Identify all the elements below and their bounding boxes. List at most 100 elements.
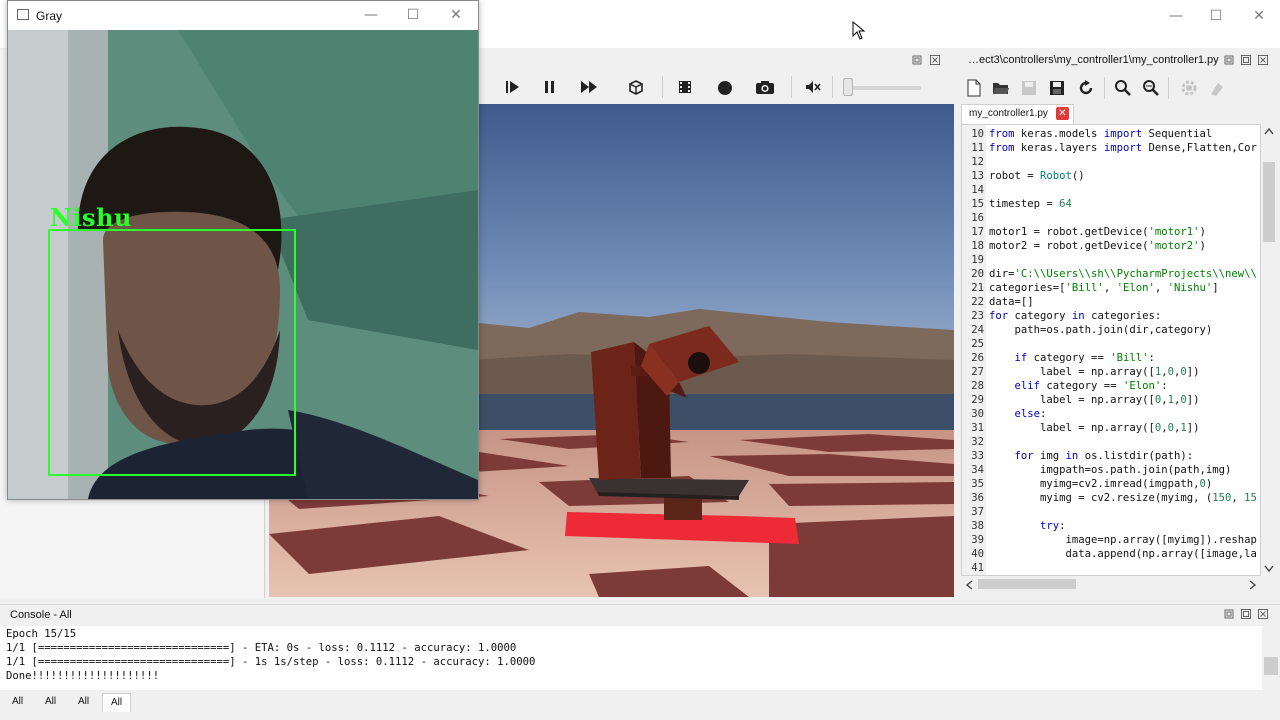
- mute-icon[interactable]: [805, 80, 821, 94]
- film-icon[interactable]: [677, 80, 693, 94]
- code-text: from keras.models import Sequential: [989, 128, 1213, 140]
- scroll-right-arrow-icon[interactable]: [1249, 580, 1257, 590]
- code-text: timestep = 64: [989, 198, 1072, 210]
- toolbar-separator: [832, 76, 833, 98]
- speed-slider[interactable]: [843, 86, 921, 90]
- console-tab-all[interactable]: All: [4, 693, 31, 711]
- line-number: 34: [971, 464, 984, 476]
- code-text: data.append(np.array([image,la: [989, 548, 1257, 560]
- save-as-icon[interactable]: [1049, 80, 1065, 96]
- line-number: 24: [971, 324, 984, 336]
- line-number: 16: [971, 212, 984, 224]
- console-line: Epoch 15/15: [6, 628, 77, 640]
- console-line: Done!!!!!!!!!!!!!!!!!!!!: [6, 670, 160, 682]
- clean-broom-icon: [1211, 83, 1223, 96]
- open-folder-icon[interactable]: [992, 80, 1010, 96]
- line-number: 40: [971, 548, 984, 560]
- line-number: 35: [971, 478, 984, 490]
- tab-label[interactable]: my_controller1.py: [969, 108, 1048, 119]
- line-number: 14: [971, 184, 984, 196]
- minimize-button[interactable]: —: [1154, 6, 1198, 26]
- line-number: 17: [971, 226, 984, 238]
- code-text: data=[]: [989, 296, 1034, 308]
- line-number: 10: [971, 128, 984, 140]
- console-line: 1/1 [==============================] - 1…: [6, 656, 536, 668]
- toolbar-separator: [791, 76, 792, 98]
- face-detection-label: Nishu: [50, 203, 132, 232]
- camera-close-button[interactable]: ✕: [434, 5, 478, 25]
- code-text: path=os.path.join(dir,category): [989, 324, 1213, 336]
- line-number: 39: [971, 534, 984, 546]
- line-number: 37: [971, 506, 984, 518]
- replace-icon[interactable]: [1142, 79, 1160, 97]
- code-text: try:: [1040, 520, 1066, 532]
- code-text: categories=['Bill', 'Elon', 'Nishu']: [989, 282, 1219, 294]
- panel-restore-icon[interactable]: [912, 55, 922, 65]
- line-number: 25: [971, 338, 984, 350]
- code-text: else:: [1014, 408, 1047, 420]
- code-text: label = np.array([0,0,1]): [989, 422, 1200, 434]
- console-output[interactable]: Epoch 15/15 1/1 [=======================…: [0, 626, 1262, 690]
- editor-restore-icon[interactable]: [1224, 55, 1234, 65]
- console-tab-all[interactable]: All: [70, 693, 97, 711]
- code-text: if category == 'Bill':: [1014, 352, 1155, 364]
- line-number: 22: [971, 296, 984, 308]
- camera-icon[interactable]: [755, 79, 775, 95]
- record-icon[interactable]: [717, 80, 733, 96]
- reload-icon[interactable]: [1077, 79, 1095, 97]
- speed-slider-handle[interactable]: [843, 78, 853, 96]
- line-number: 27: [971, 366, 984, 378]
- close-button[interactable]: ✕: [1237, 6, 1280, 26]
- code-text: motor2 = robot.getDevice('motor2'): [989, 240, 1206, 252]
- console-close-icon[interactable]: [1258, 609, 1268, 619]
- code-text: for category in categories:: [989, 310, 1162, 322]
- line-number: 28: [971, 380, 984, 392]
- editor-float-icon[interactable]: [1241, 55, 1251, 65]
- line-number: 19: [971, 254, 984, 266]
- line-number: 32: [971, 436, 984, 448]
- panel-close-icon[interactable]: [930, 55, 940, 65]
- new-file-icon[interactable]: [967, 79, 981, 97]
- line-number: 29: [971, 394, 984, 406]
- code-text: myimg=cv2.imread(imgpath,0): [989, 478, 1213, 490]
- code-text: motor1 = robot.getDevice('motor1'): [989, 226, 1206, 238]
- line-number: 38: [971, 520, 984, 532]
- editor-vertical-scroll-thumb[interactable]: [1263, 162, 1275, 242]
- code-text: for img in os.listdir(path):: [1014, 450, 1194, 462]
- camera-minimize-button[interactable]: —: [349, 5, 393, 25]
- find-icon[interactable]: [1114, 79, 1132, 97]
- code-text: robot = Robot(): [989, 170, 1085, 182]
- scroll-down-arrow-icon[interactable]: [1264, 565, 1274, 573]
- line-number: 15: [971, 198, 984, 210]
- pause-icon[interactable]: [543, 80, 557, 94]
- console-float-icon[interactable]: [1241, 609, 1251, 619]
- code-text: dir='C:\\Users\\sh\\PycharmProjects\\new…: [989, 268, 1257, 280]
- line-number: 33: [971, 450, 984, 462]
- console-restore-icon[interactable]: [1224, 609, 1234, 619]
- editor-horizontal-scroll-thumb[interactable]: [978, 579, 1076, 589]
- line-number: 31: [971, 422, 984, 434]
- console-tab-all[interactable]: All: [37, 693, 64, 711]
- scroll-up-arrow-icon[interactable]: [1264, 127, 1274, 135]
- code-text: imgpath=os.path.join(path,img): [989, 464, 1232, 476]
- editor-close-icon[interactable]: [1258, 55, 1268, 65]
- code-text: label = np.array([0,1,0]): [989, 394, 1200, 406]
- fast-forward-icon[interactable]: [580, 79, 600, 95]
- line-number: 41: [971, 562, 984, 574]
- maximize-button[interactable]: ☐: [1194, 6, 1238, 26]
- console-tab-all[interactable]: All: [102, 693, 132, 712]
- line-number: 26: [971, 352, 984, 364]
- camera-maximize-button[interactable]: ☐: [391, 5, 435, 25]
- step-icon[interactable]: [505, 79, 521, 95]
- code-text: image=np.array([myimg]).reshap: [989, 534, 1257, 546]
- build-gear-icon: [1181, 80, 1197, 96]
- editor-toolbar: [958, 74, 1280, 102]
- scroll-left-arrow-icon[interactable]: [965, 580, 973, 590]
- line-number: 12: [971, 156, 984, 168]
- line-number: 23: [971, 310, 984, 322]
- tab-close-icon[interactable]: ✕: [1056, 107, 1069, 120]
- code-editor[interactable]: 10 from keras.models import Sequential 11 f…: [961, 124, 1261, 576]
- window-app-icon: [17, 9, 29, 20]
- box-icon[interactable]: [628, 79, 644, 95]
- console-scroll-thumb[interactable]: [1264, 657, 1278, 675]
